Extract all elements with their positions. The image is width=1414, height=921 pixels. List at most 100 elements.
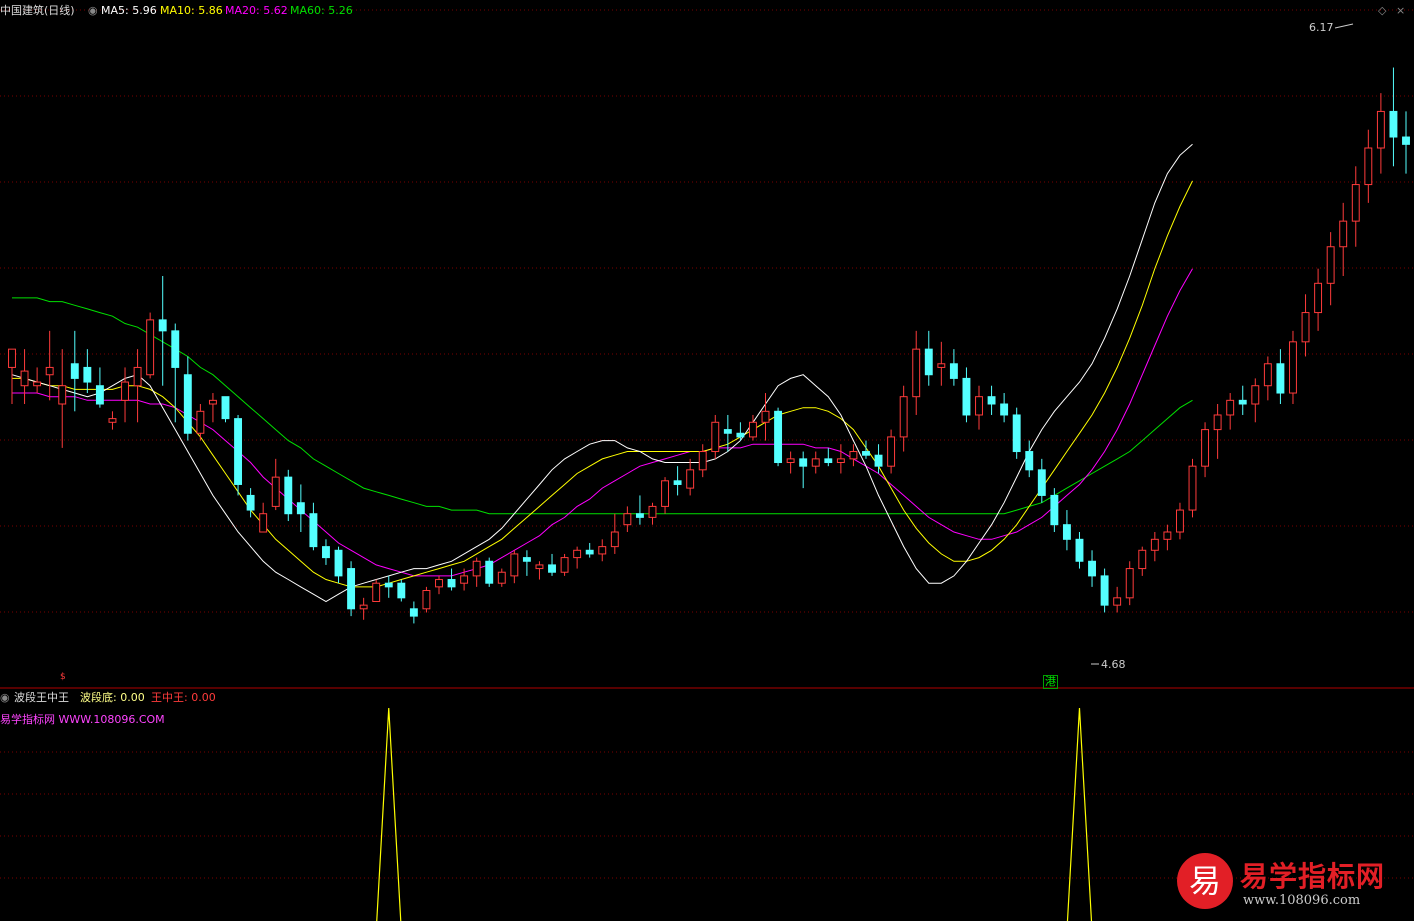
ma10-value: 5.86 bbox=[198, 4, 223, 17]
indicator-settings-icon[interactable]: ◉ bbox=[0, 691, 10, 705]
candle-down bbox=[774, 410, 783, 464]
candle-up bbox=[1339, 220, 1348, 248]
candle-down bbox=[673, 480, 682, 485]
candle-up bbox=[698, 451, 707, 471]
candle-up bbox=[20, 370, 29, 387]
candle-up bbox=[133, 366, 142, 387]
candle-up bbox=[711, 421, 720, 453]
candle-down bbox=[1389, 110, 1398, 138]
candle-up bbox=[887, 436, 896, 467]
candle-down bbox=[1000, 403, 1009, 416]
signal-spike bbox=[376, 707, 402, 921]
candle-up bbox=[1314, 282, 1323, 314]
signal-spike bbox=[1066, 707, 1093, 921]
candle-up bbox=[1163, 531, 1172, 540]
candle-up bbox=[912, 348, 921, 398]
candle-up bbox=[535, 564, 544, 570]
candle-down bbox=[95, 385, 104, 405]
ma60-value: 5.26 bbox=[328, 4, 353, 17]
candle-down bbox=[1050, 494, 1059, 526]
candle-up bbox=[1326, 246, 1335, 284]
low-price-label: 4.68 bbox=[1101, 658, 1126, 671]
candlestick-chart[interactable] bbox=[0, 0, 1414, 921]
candle-up bbox=[1213, 414, 1222, 431]
wave-bottom-value: 0.00 bbox=[120, 691, 145, 704]
ma5-line bbox=[11, 143, 1193, 603]
king-label: 王中王: 0.00 bbox=[151, 691, 216, 704]
candle-down bbox=[1100, 575, 1109, 606]
hk-connect-badge: 港 bbox=[1043, 675, 1058, 689]
candle-down bbox=[246, 494, 255, 511]
candle-down bbox=[1075, 538, 1084, 562]
candle-down bbox=[548, 564, 556, 573]
ma10-label: MA10: 5.86 bbox=[160, 4, 223, 17]
candle-down bbox=[736, 432, 745, 438]
candle-up bbox=[1289, 341, 1297, 394]
candle-up bbox=[811, 458, 820, 467]
candle-down bbox=[83, 366, 92, 383]
indicator-site: 易学指标网 WWW.108096.COM bbox=[0, 713, 165, 726]
candle-down bbox=[409, 608, 418, 617]
candle-up bbox=[271, 476, 280, 507]
candle-up bbox=[975, 396, 983, 416]
candle-up bbox=[648, 505, 657, 518]
candle-up bbox=[1125, 568, 1134, 599]
candle-up bbox=[1301, 312, 1310, 343]
small-marker: $ bbox=[60, 672, 66, 682]
candle-up bbox=[623, 513, 632, 526]
candle-up bbox=[45, 366, 54, 376]
candle-down bbox=[183, 374, 192, 434]
candle-up bbox=[849, 451, 858, 460]
candle-down bbox=[158, 319, 167, 332]
candle-down bbox=[1025, 451, 1034, 471]
candle-up bbox=[1201, 429, 1210, 467]
candle-down bbox=[962, 377, 971, 416]
ma20-value: 5.62 bbox=[263, 4, 288, 17]
candle-up bbox=[1138, 549, 1147, 570]
candle-down bbox=[347, 568, 356, 610]
candle-up bbox=[1175, 509, 1184, 533]
candle-up bbox=[8, 348, 16, 368]
candle-down bbox=[1088, 560, 1096, 577]
candle-down bbox=[334, 549, 343, 577]
candle-up bbox=[1150, 538, 1159, 551]
candle-down bbox=[522, 557, 531, 562]
candle-down bbox=[1238, 399, 1247, 405]
king-value: 0.00 bbox=[191, 691, 216, 704]
diamond-icon[interactable]: ◇ bbox=[1378, 4, 1386, 17]
candle-down bbox=[1062, 524, 1071, 540]
candle-down bbox=[397, 582, 406, 599]
candle-down bbox=[70, 363, 79, 379]
candle-up bbox=[422, 590, 431, 610]
candle-up bbox=[510, 553, 519, 577]
close-icon[interactable]: × bbox=[1396, 4, 1405, 17]
candle-up bbox=[761, 410, 770, 423]
candle-down bbox=[322, 546, 330, 559]
candle-down bbox=[296, 502, 305, 515]
candle-up bbox=[937, 363, 946, 368]
candle-up bbox=[472, 560, 481, 577]
watermark-url: www.108096.com bbox=[1243, 893, 1361, 908]
candle-up bbox=[610, 531, 619, 548]
candle-up bbox=[196, 410, 205, 434]
candle-up bbox=[497, 571, 506, 584]
candle-up bbox=[359, 604, 368, 610]
candle-up bbox=[661, 480, 669, 507]
candle-down bbox=[799, 458, 808, 467]
candle-down bbox=[874, 454, 883, 467]
candle-up bbox=[33, 381, 42, 387]
watermark-logo: 易 bbox=[1177, 853, 1233, 909]
candle-down bbox=[1402, 136, 1410, 145]
candle-up bbox=[372, 582, 381, 602]
ma60-label: MA60: 5.26 bbox=[290, 4, 353, 17]
candle-up bbox=[786, 458, 795, 464]
candle-up bbox=[108, 418, 117, 423]
candle-down bbox=[309, 513, 318, 548]
candle-down bbox=[924, 348, 933, 376]
ma5-label: MA5: 5.96 bbox=[101, 4, 157, 17]
candle-down bbox=[171, 330, 180, 368]
candle-up bbox=[686, 469, 695, 489]
candle-up bbox=[460, 575, 469, 584]
candle-down bbox=[485, 560, 494, 584]
settings-icon[interactable]: ◉ bbox=[88, 4, 98, 18]
